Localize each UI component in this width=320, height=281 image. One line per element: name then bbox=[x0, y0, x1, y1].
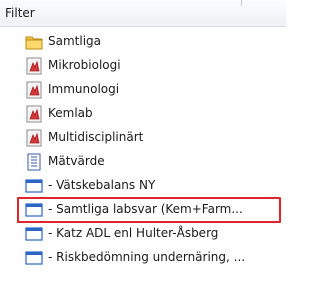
filter-header: Filter bbox=[0, 0, 286, 27]
filter-item-label: - Katz ADL enl Hulter-Åsberg bbox=[48, 226, 219, 240]
filter-item-riskbedomning[interactable]: - Riskbedömning undernäring, ... bbox=[0, 246, 286, 270]
filter-item-label: - Vätskebalans NY bbox=[48, 178, 156, 192]
filter-item-label: Kemlab bbox=[48, 106, 93, 120]
filter-item-label: Samtliga bbox=[48, 34, 102, 48]
filter-item-vatskebalans[interactable]: - Vätskebalans NY bbox=[0, 174, 286, 198]
window-icon bbox=[25, 201, 43, 219]
filter-item-label: - Riskbedömning undernäring, ... bbox=[48, 250, 246, 264]
filter-item-label: Multidisciplinärt bbox=[48, 130, 144, 144]
filter-item-label: Mikrobiologi bbox=[48, 58, 121, 72]
filter-item-label: Mätvärde bbox=[48, 154, 105, 168]
lab-report-icon bbox=[25, 81, 43, 99]
filter-item-label: Immunologi bbox=[48, 82, 120, 96]
measurement-icon bbox=[25, 153, 43, 171]
filter-item-immunologi[interactable]: Immunologi bbox=[0, 78, 286, 102]
filter-item-kemlab[interactable]: Kemlab bbox=[0, 102, 286, 126]
filter-item-label: - Samtliga labsvar (Kem+Farm... bbox=[48, 202, 243, 216]
filter-item-samtliga[interactable]: Samtliga bbox=[0, 30, 286, 54]
filter-item-katz-adl[interactable]: - Katz ADL enl Hulter-Åsberg bbox=[0, 222, 286, 246]
window-icon bbox=[25, 225, 43, 243]
filter-item-matvarde[interactable]: Mätvärde bbox=[0, 150, 286, 174]
filter-item-mikrobiologi[interactable]: Mikrobiologi bbox=[0, 54, 286, 78]
window-icon bbox=[25, 249, 43, 267]
filter-item-multidisciplinart[interactable]: Multidisciplinärt bbox=[0, 126, 286, 150]
lab-report-icon bbox=[25, 129, 43, 147]
column-divider bbox=[241, 0, 242, 6]
lab-report-icon bbox=[25, 57, 43, 75]
folder-icon bbox=[25, 33, 43, 51]
lab-report-icon bbox=[25, 105, 43, 123]
filter-item-samtliga-labsvar[interactable]: - Samtliga labsvar (Kem+Farm... bbox=[0, 197, 286, 223]
window-icon bbox=[25, 177, 43, 195]
filter-title: Filter bbox=[5, 6, 35, 20]
filter-panel: Filter Samtliga Mikrobiologi Immunologi … bbox=[0, 0, 286, 281]
